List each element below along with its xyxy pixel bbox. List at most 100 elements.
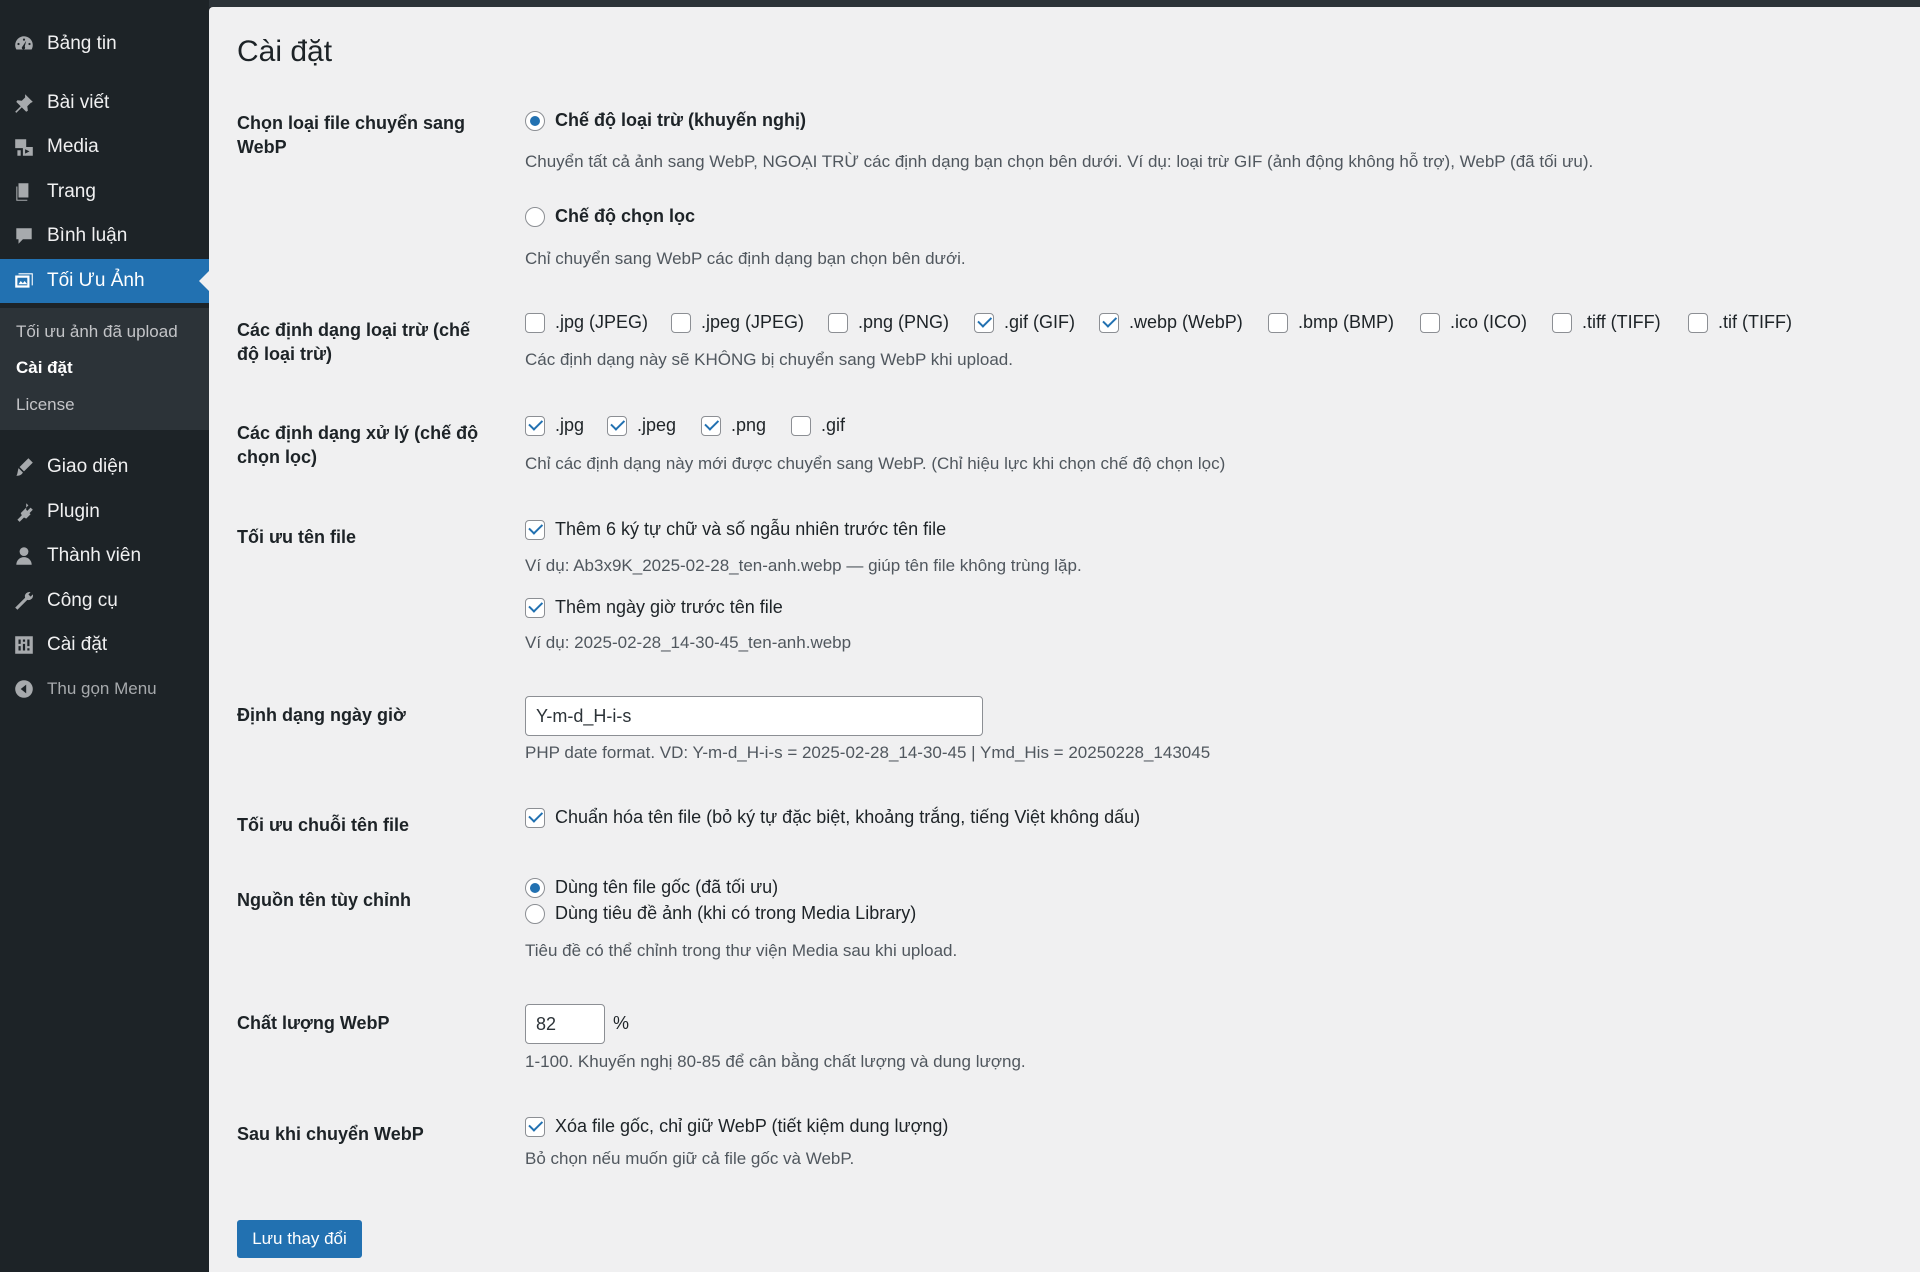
checkbox-control[interactable] bbox=[1099, 312, 1119, 333]
checkbox-control[interactable] bbox=[525, 807, 545, 828]
checkbox-label: .png bbox=[731, 415, 767, 435]
radio-control[interactable] bbox=[525, 110, 545, 131]
exclude-png-checkbox[interactable]: .png (PNG) bbox=[828, 312, 949, 333]
sidebar-item-plugins[interactable]: Plugin bbox=[0, 490, 209, 534]
checkbox-label: .jpg bbox=[555, 415, 585, 435]
radio-control[interactable] bbox=[525, 877, 545, 898]
sidebar-item-comments[interactable]: Bình luận bbox=[0, 214, 209, 258]
radio-control[interactable] bbox=[525, 206, 545, 227]
exclude-bmp-checkbox[interactable]: .bmp (BMP) bbox=[1268, 312, 1394, 333]
name-source-title-radio[interactable]: Dùng tiêu đề ảnh (khi có trong Media Lib… bbox=[525, 903, 916, 924]
sidebar-item-media[interactable]: Media bbox=[0, 125, 209, 169]
checkbox-label: .jpeg (JPEG) bbox=[701, 312, 805, 332]
sidebar-item-appearance[interactable]: Giao diện bbox=[0, 445, 209, 489]
sidebar-item-pages[interactable]: Trang bbox=[0, 170, 209, 214]
checkbox-control[interactable] bbox=[1268, 312, 1288, 333]
sidebar-item-label: Bài viết bbox=[47, 92, 110, 113]
exclude-ico-checkbox[interactable]: .ico (ICO) bbox=[1420, 312, 1527, 333]
exclude-tif-checkbox[interactable]: .tif (TIFF) bbox=[1688, 312, 1792, 333]
sidebar-item-label: Giao diện bbox=[47, 456, 129, 477]
after-convert-desc: Bỏ chọn nếu muốn giữ cả file gốc và WebP… bbox=[525, 1149, 855, 1168]
exclude-jpeg-checkbox[interactable]: .jpeg (JPEG) bbox=[671, 312, 804, 333]
radio-control[interactable] bbox=[525, 903, 545, 924]
quality-unit: % bbox=[613, 1013, 630, 1033]
checkbox-control[interactable] bbox=[525, 1116, 545, 1137]
dashboard-icon bbox=[11, 31, 37, 57]
checkbox-control[interactable] bbox=[1688, 312, 1708, 333]
date-format-input[interactable] bbox=[525, 696, 983, 736]
checkbox-label: .ico (ICO) bbox=[1450, 312, 1528, 332]
sidebar-item-label: Bảng tin bbox=[47, 33, 117, 54]
include-gif-checkbox[interactable]: .gif bbox=[791, 415, 845, 436]
checkbox-control[interactable] bbox=[525, 312, 545, 333]
exclude-jpg-checkbox[interactable]: .jpg (JPEG) bbox=[525, 312, 648, 333]
sidebar-item-settings[interactable]: Cài đặt bbox=[0, 623, 209, 667]
checkbox-control[interactable] bbox=[525, 597, 545, 618]
checkbox-control[interactable] bbox=[1420, 312, 1440, 333]
checkbox-control[interactable] bbox=[974, 312, 994, 333]
quality-input[interactable] bbox=[525, 1004, 605, 1044]
checkbox-control[interactable] bbox=[525, 415, 545, 436]
wrench-icon bbox=[11, 588, 37, 614]
checkbox-control[interactable] bbox=[828, 312, 848, 333]
include-png-checkbox[interactable]: .png bbox=[701, 415, 766, 436]
exclude-tiff-checkbox[interactable]: .tiff (TIFF) bbox=[1552, 312, 1661, 333]
comment-icon bbox=[11, 223, 37, 249]
checkbox-label: .webp (WebP) bbox=[1129, 312, 1243, 332]
checkbox-control[interactable] bbox=[791, 415, 811, 436]
radio-label: Dùng tên file gốc (đã tối ưu) bbox=[555, 877, 779, 897]
radio-label: Dùng tiêu đề ảnh (khi có trong Media Lib… bbox=[555, 903, 917, 923]
checkbox-control[interactable] bbox=[671, 312, 691, 333]
sidebar-submenu: Tối ưu ảnh đã upload Cài đặt License bbox=[0, 308, 209, 430]
submenu-item-settings[interactable]: Cài đặt bbox=[16, 358, 73, 378]
include-formats-label: Các định dạng xử lý (chế độ chọn lọc) bbox=[237, 423, 479, 467]
mode-label: Chọn loại file chuyển sang WebP bbox=[237, 113, 466, 157]
checkbox-label: Xóa file gốc, chỉ giữ WebP (tiết kiệm du… bbox=[555, 1116, 949, 1136]
sidebar-item-posts[interactable]: Bài viết bbox=[0, 81, 209, 125]
sidebar-item-tools[interactable]: Công cụ bbox=[0, 579, 209, 623]
name-source-original-radio[interactable]: Dùng tên file gốc (đã tối ưu) bbox=[525, 877, 778, 898]
name-source-desc: Tiêu đề có thể chỉnh trong thư viện Medi… bbox=[525, 941, 958, 960]
random-prefix-desc: Ví dụ: Ab3x9K_2025-02-28_ten-anh.webp — … bbox=[525, 556, 1082, 575]
submenu-item-optimize-uploaded[interactable]: Tối ưu ảnh đã upload bbox=[16, 322, 178, 342]
checkbox-label: .tiff (TIFF) bbox=[1582, 312, 1661, 332]
date-prefix-checkbox[interactable]: Thêm ngày giờ trước tên file bbox=[525, 597, 783, 618]
select-mode-radio[interactable]: Chế độ chọn lọc bbox=[525, 206, 695, 227]
select-mode-desc: Chỉ chuyển sang WebP các định dạng bạn c… bbox=[525, 249, 966, 268]
checkbox-label: Chuẩn hóa tên file (bỏ ký tự đặc biệt, k… bbox=[555, 807, 1141, 827]
checkbox-label: .jpeg bbox=[637, 415, 677, 435]
save-changes-button[interactable]: Lưu thay đổi bbox=[237, 1220, 362, 1258]
sanitize-checkbox[interactable]: Chuẩn hóa tên file (bỏ ký tự đặc biệt, k… bbox=[525, 807, 1140, 828]
sanitize-label: Tối ưu chuỗi tên file bbox=[237, 815, 410, 835]
quality-label: Chất lượng WebP bbox=[237, 1013, 390, 1033]
checkbox-control[interactable] bbox=[1552, 312, 1572, 333]
collapse-menu-button[interactable]: Thu gọn Menu bbox=[0, 667, 209, 711]
checkbox-control[interactable] bbox=[607, 415, 627, 436]
include-jpg-checkbox[interactable]: .jpg bbox=[525, 415, 584, 436]
sidebar-item-label: Trang bbox=[47, 181, 96, 202]
date-format-desc: PHP date format. VD: Y-m-d_H-i-s = 2025-… bbox=[525, 743, 1211, 762]
submenu-item-license[interactable]: License bbox=[16, 395, 75, 415]
exclude-mode-radio[interactable]: Chế độ loại trừ (khuyến nghị) bbox=[525, 110, 806, 131]
exclude-webp-checkbox[interactable]: .webp (WebP) bbox=[1099, 312, 1243, 333]
sidebar-item-dashboard[interactable]: Bảng tin bbox=[0, 22, 209, 66]
delete-original-checkbox[interactable]: Xóa file gốc, chỉ giữ WebP (tiết kiệm du… bbox=[525, 1116, 948, 1137]
exclude-mode-desc: Chuyển tất cả ảnh sang WebP, NGOẠI TRỪ c… bbox=[525, 152, 1594, 171]
exclude-mode-label: Chế độ loại trừ (khuyến nghị) bbox=[555, 110, 807, 130]
exclude-gif-checkbox[interactable]: .gif (GIF) bbox=[974, 312, 1075, 333]
name-source-label: Nguồn tên tùy chỉnh bbox=[237, 890, 411, 910]
checkbox-control[interactable] bbox=[525, 519, 545, 540]
checkbox-label: .jpg (JPEG) bbox=[555, 312, 649, 332]
sidebar-item-image-optimizer[interactable]: Tối Ưu Ảnh bbox=[0, 259, 209, 303]
images-icon bbox=[11, 268, 37, 294]
checkbox-label: .tif (TIFF) bbox=[1718, 312, 1792, 332]
checkbox-control[interactable] bbox=[701, 415, 721, 436]
page-icon bbox=[11, 179, 37, 205]
include-jpeg-checkbox[interactable]: .jpeg bbox=[607, 415, 676, 436]
plugin-icon bbox=[11, 499, 37, 525]
random-prefix-checkbox[interactable]: Thêm 6 ký tự chữ và số ngẫu nhiên trước … bbox=[525, 519, 946, 540]
sidebar-item-users[interactable]: Thành viên bbox=[0, 534, 209, 578]
quality-desc: 1-100. Khuyến nghị 80-85 để cân bằng chấ… bbox=[525, 1052, 1026, 1071]
filename-label: Tối ưu tên file bbox=[237, 527, 357, 547]
checkbox-label: .png (PNG) bbox=[858, 312, 950, 332]
